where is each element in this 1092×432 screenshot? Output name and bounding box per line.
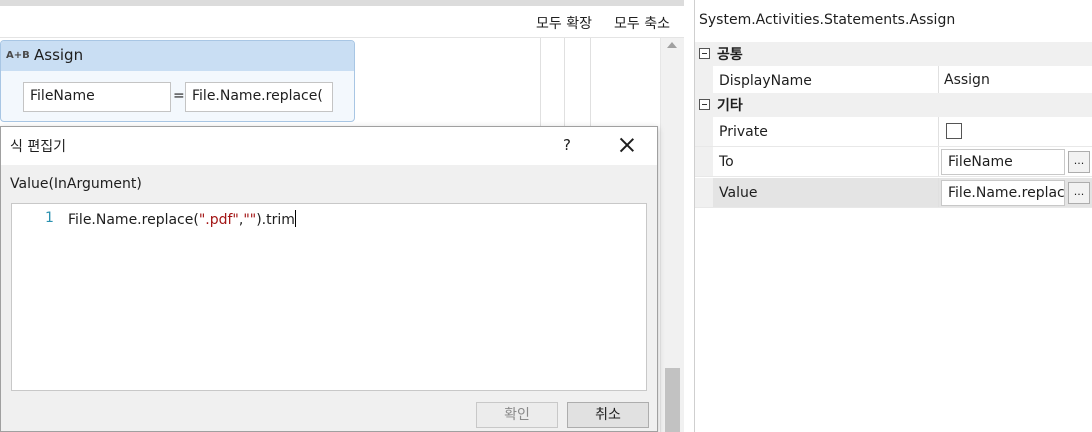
- help-button[interactable]: ?: [563, 136, 571, 154]
- code-string-literal: "": [243, 212, 257, 228]
- cancel-button[interactable]: 취소: [567, 402, 649, 428]
- category-misc[interactable]: 기타: [695, 93, 1092, 117]
- designer-toolbar: 모두 확장 모두 축소: [0, 6, 684, 38]
- equals-sign: =: [173, 88, 185, 104]
- property-divider: [938, 117, 939, 146]
- assign-activity[interactable]: A+B Assign FileName = File.Name.replace(: [0, 40, 355, 122]
- property-divider: [938, 178, 939, 207]
- properties-title: System.Activities.Statements.Assign: [699, 12, 956, 28]
- dialog-titlebar: 식 편집기 ?: [1, 127, 657, 165]
- displayname-value[interactable]: Assign: [944, 72, 990, 88]
- assign-icon: A+B: [6, 50, 30, 61]
- collapse-all-button[interactable]: 모두 축소: [614, 13, 670, 33]
- category-common[interactable]: 공통: [695, 42, 1092, 66]
- property-gutter: [695, 66, 713, 95]
- property-name: To: [719, 154, 734, 170]
- close-icon[interactable]: [615, 133, 639, 157]
- property-divider: [938, 66, 939, 95]
- private-checkbox[interactable]: [946, 123, 962, 139]
- property-gutter: [695, 178, 713, 207]
- to-ellipsis-button[interactable]: ...: [1068, 151, 1090, 173]
- code-string-literal: ".pdf": [198, 212, 239, 228]
- value-input[interactable]: File.Name.replac: [941, 180, 1065, 206]
- code-text: File.Name.replace(: [68, 212, 199, 228]
- code-text: ).trim: [256, 212, 295, 228]
- ok-button[interactable]: 확인: [476, 402, 558, 428]
- dialog-title: 식 편집기: [10, 139, 66, 155]
- argument-label: Value(InArgument): [10, 176, 142, 192]
- property-divider: [938, 147, 939, 176]
- code-line[interactable]: File.Name.replace(".pdf","").trim: [68, 210, 296, 228]
- scroll-thumb[interactable]: [665, 368, 680, 432]
- designer-scrollbar[interactable]: [660, 38, 684, 432]
- category-name: 기타: [717, 98, 743, 114]
- property-row-private[interactable]: Private: [695, 117, 1092, 147]
- property-name: DisplayName: [719, 73, 812, 89]
- expression-code-editor[interactable]: 1 File.Name.replace(".pdf","").trim: [11, 203, 647, 391]
- line-number: 1: [45, 210, 54, 226]
- property-gutter: [695, 117, 713, 146]
- property-row-to[interactable]: To FileName ...: [695, 147, 1092, 177]
- assign-activity-title: Assign: [34, 46, 84, 64]
- value-ellipsis-button[interactable]: ...: [1068, 182, 1090, 204]
- assign-activity-header[interactable]: A+B Assign: [1, 41, 354, 71]
- assign-value-field[interactable]: File.Name.replace(: [185, 82, 333, 112]
- property-row-displayname[interactable]: DisplayName Assign: [695, 66, 1092, 96]
- property-name: Value: [719, 185, 758, 201]
- scroll-up-arrow-icon[interactable]: [667, 42, 677, 48]
- collapse-icon[interactable]: [699, 48, 710, 59]
- expression-editor-dialog: 식 편집기 ? Value(InArgument) 1 File.Name.re…: [0, 126, 658, 432]
- text-caret: [294, 210, 296, 227]
- expand-all-button[interactable]: 모두 확장: [536, 13, 592, 33]
- category-name: 공통: [717, 47, 743, 63]
- assign-to-field[interactable]: FileName: [23, 82, 171, 112]
- collapse-icon[interactable]: [699, 99, 710, 110]
- properties-panel: System.Activities.Statements.Assign 공통 D…: [694, 0, 1092, 432]
- property-gutter: [695, 147, 713, 176]
- to-input[interactable]: FileName: [941, 149, 1065, 175]
- property-row-value[interactable]: Value File.Name.replac ...: [695, 178, 1092, 208]
- property-name: Private: [719, 124, 768, 140]
